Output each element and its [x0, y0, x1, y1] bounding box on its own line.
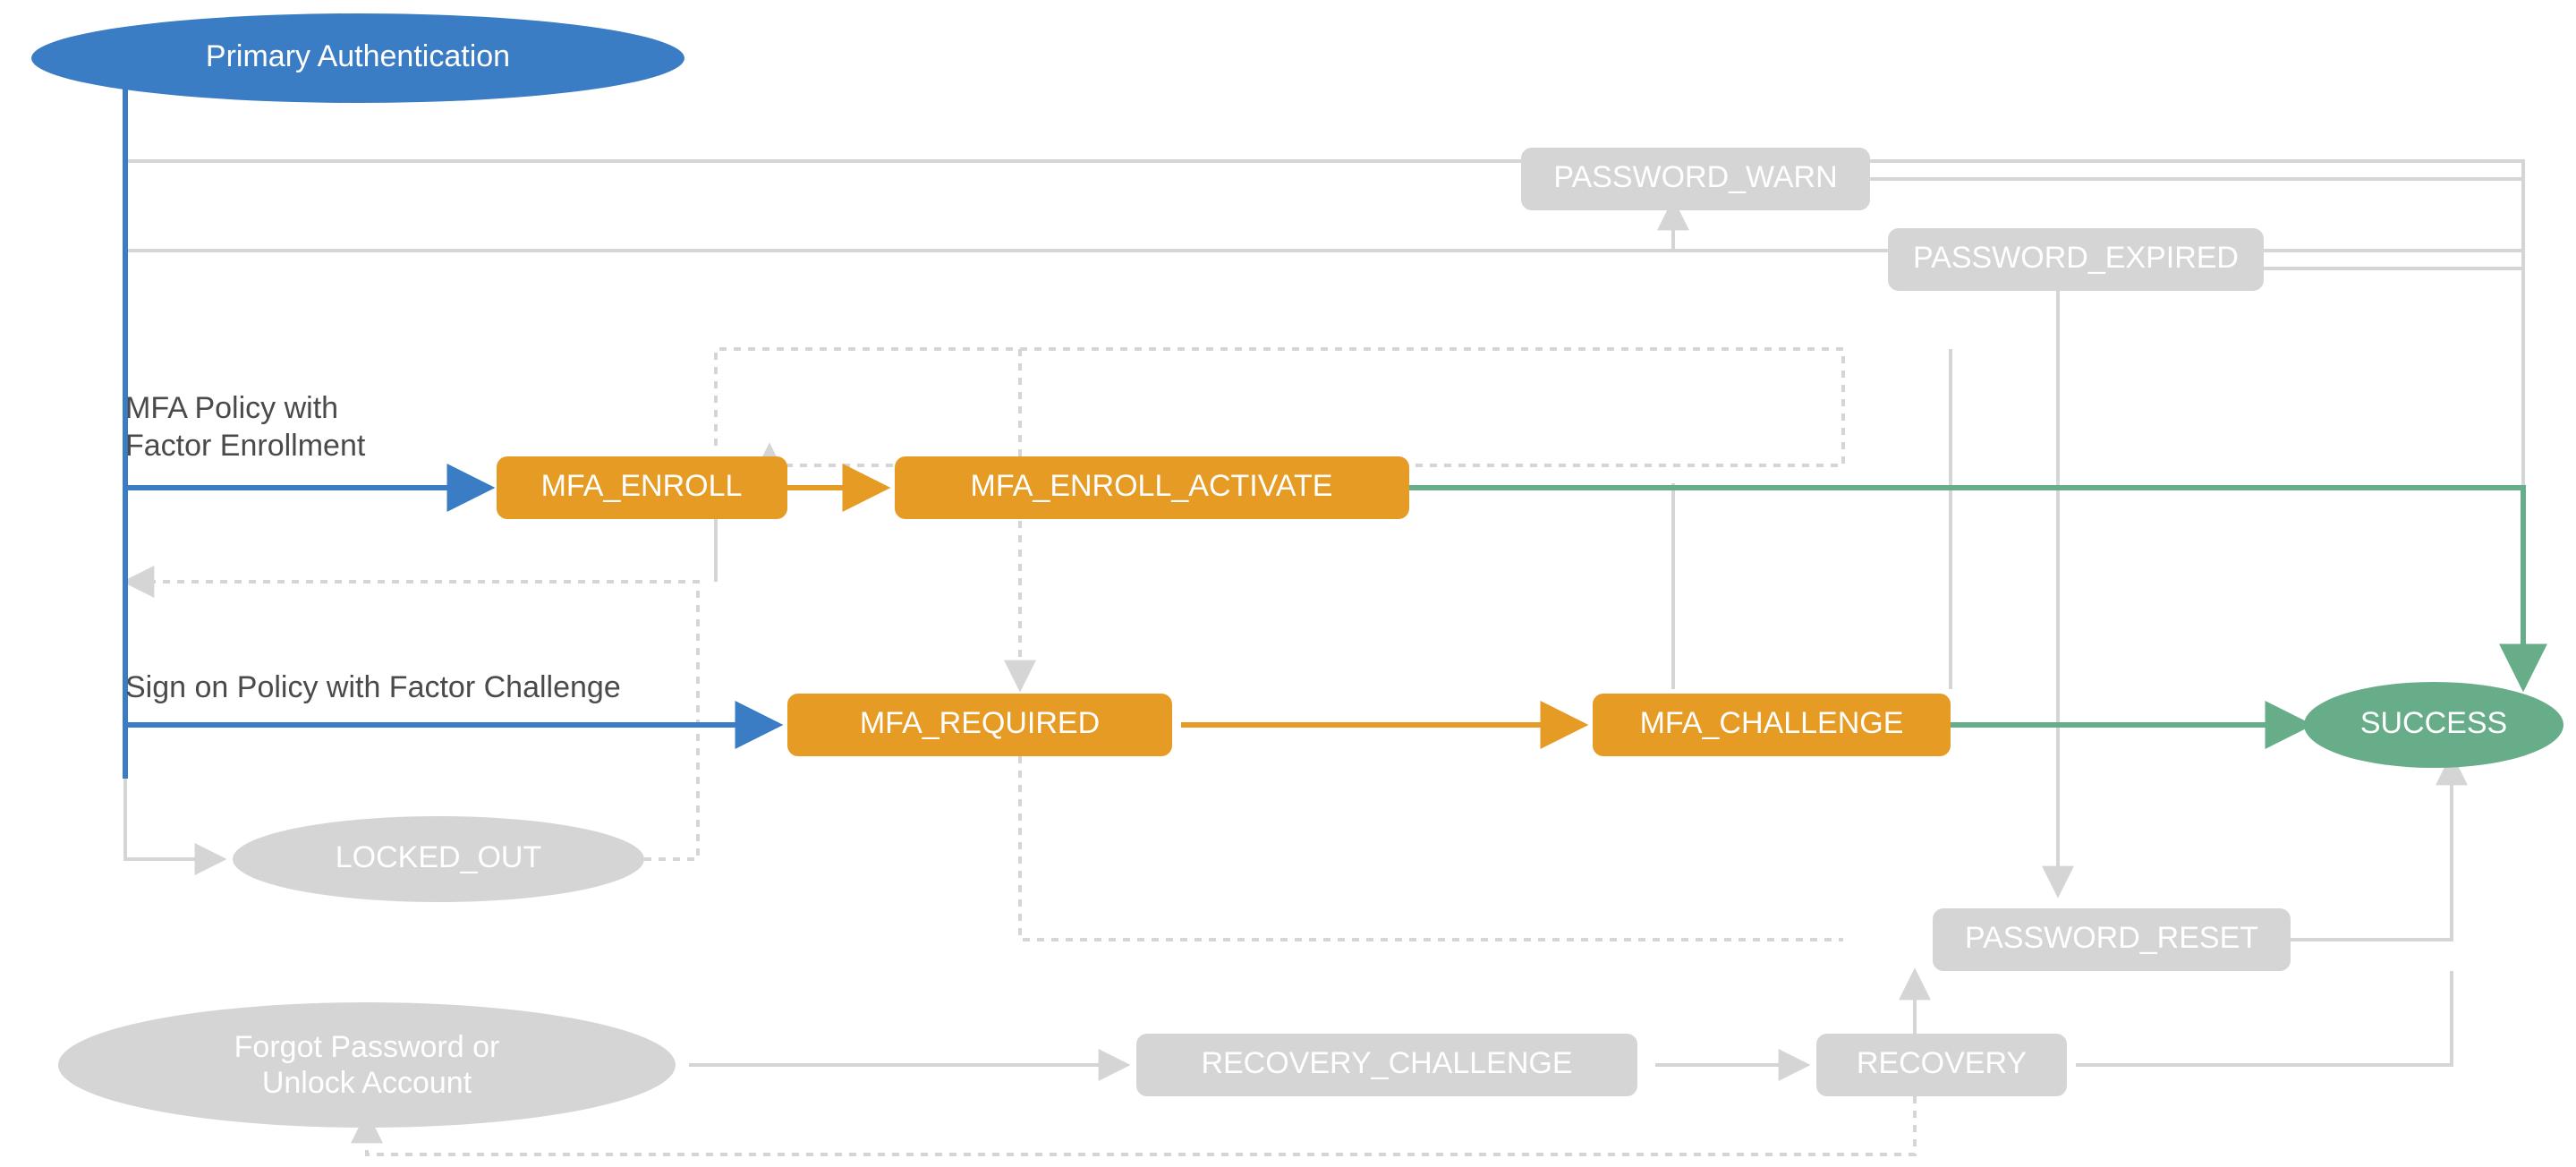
node-mfa-enroll-activate: MFA_ENROLL_ACTIVATE	[895, 456, 1409, 519]
node-recovery: RECOVERY	[1816, 1034, 2067, 1096]
node-label: Primary Authentication	[206, 39, 510, 73]
label-mfa-policy-1: MFA Policy with	[125, 391, 338, 425]
node-password-expired: PASSWORD_EXPIRED	[1888, 228, 2264, 291]
auth-state-diagram: Primary Authentication MFA Policy with F…	[0, 0, 2576, 1167]
node-label: MFA_REQUIRED	[860, 706, 1100, 740]
node-label: PASSWORD_RESET	[1965, 921, 2258, 955]
node-label: MFA_CHALLENGE	[1640, 706, 1904, 740]
node-mfa-challenge: MFA_CHALLENGE	[1593, 694, 1951, 756]
node-label: RECOVERY_CHALLENGE	[1201, 1046, 1572, 1080]
node-password-reset: PASSWORD_RESET	[1933, 908, 2291, 971]
node-label: MFA_ENROLL	[541, 469, 743, 503]
node-label: LOCKED_OUT	[336, 840, 542, 874]
node-recovery-challenge: RECOVERY_CHALLENGE	[1136, 1034, 1637, 1096]
node-label: SUCCESS	[2360, 706, 2507, 740]
node-success: SUCCESS	[2304, 682, 2563, 768]
node-label: PASSWORD_WARN	[1553, 160, 1837, 194]
inactive-edges	[125, 161, 2523, 1154]
node-label-line1: Forgot Password or	[234, 1030, 500, 1064]
node-primary-authentication: Primary Authentication	[31, 13, 684, 103]
node-mfa-enroll: MFA_ENROLL	[497, 456, 787, 519]
node-locked-out: LOCKED_OUT	[233, 816, 644, 902]
node-label: MFA_ENROLL_ACTIVATE	[971, 469, 1333, 503]
node-forgot-password: Forgot Password or Unlock Account	[58, 1002, 676, 1128]
node-label: PASSWORD_EXPIRED	[1913, 241, 2239, 275]
node-label: RECOVERY	[1857, 1046, 2027, 1080]
label-mfa-policy-2: Factor Enrollment	[125, 429, 366, 463]
node-password-warn: PASSWORD_WARN	[1521, 148, 1870, 210]
orange-edges	[787, 488, 1584, 725]
green-edges	[1409, 488, 2523, 725]
node-mfa-required: MFA_REQUIRED	[787, 694, 1172, 756]
label-signon-policy: Sign on Policy with Factor Challenge	[125, 670, 621, 704]
node-label-line2: Unlock Account	[262, 1066, 472, 1100]
